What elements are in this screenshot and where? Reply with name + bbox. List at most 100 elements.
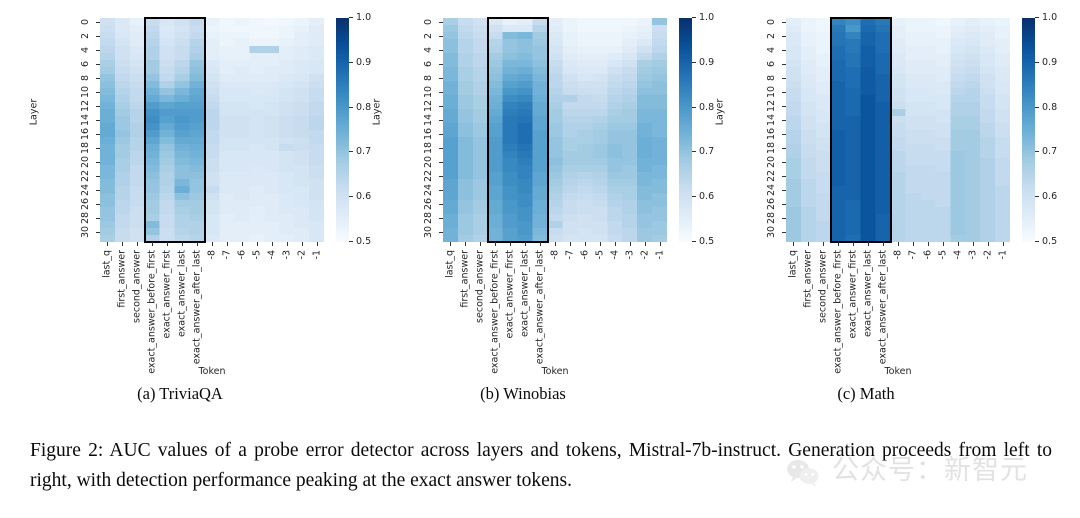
y-tick-mark <box>439 63 443 65</box>
y-tick-label: 4 <box>422 46 434 53</box>
y-axis-ticks: 0 2 4 6 8 10 12 14 16 18 20 22 24 26 28 30 <box>78 18 94 242</box>
subplot-caption-c: (c) Math <box>837 384 895 403</box>
x-tick-mark <box>107 242 109 246</box>
x-tick-label: exact_answer_after_last <box>191 250 203 365</box>
x-tick-mark <box>510 242 512 246</box>
y-axis-label: Layer <box>28 98 40 126</box>
x-tick-mark <box>898 242 899 246</box>
x-tick-label: -7 <box>564 250 576 260</box>
x-tick-label: -3 <box>281 250 293 260</box>
y-tick-label: 8 <box>765 74 777 81</box>
x-tick-label: -6 <box>922 250 934 260</box>
colorbar-gradient <box>1022 18 1035 242</box>
x-tick-label: -2 <box>982 250 994 260</box>
y-tick-mark <box>96 203 100 205</box>
x-tick-mark <box>569 242 571 246</box>
x-tick-mark <box>599 242 601 246</box>
x-tick-label: last_q <box>444 250 456 278</box>
y-tick-mark <box>439 77 443 79</box>
y-tick-mark <box>96 63 100 65</box>
heatmap-math <box>786 17 1010 243</box>
y-axis-label: Layer <box>714 98 726 126</box>
y-tick-label: 26 <box>423 197 434 210</box>
y-tick-label: 18 <box>766 141 777 154</box>
x-tick-mark <box>241 242 243 246</box>
y-tick-mark <box>782 77 786 79</box>
x-tick-mark <box>182 242 184 246</box>
y-tick-label: 8 <box>422 74 434 81</box>
x-tick-mark <box>927 242 929 246</box>
y-tick-label: 22 <box>423 169 434 182</box>
x-tick-label: -8 <box>549 250 561 260</box>
y-axis-ticks: 0 2 4 6 8 10 12 14 16 18 20 22 24 26 28 30 <box>764 18 780 242</box>
x-tick-label: -4 <box>952 250 964 260</box>
x-tick-mark <box>584 242 586 246</box>
x-tick-mark <box>316 242 318 246</box>
y-tick-label: 4 <box>79 46 91 53</box>
x-tick-mark <box>480 242 482 246</box>
x-tick-mark <box>152 242 154 246</box>
y-tick-mark <box>96 77 100 79</box>
y-tick-label: 6 <box>422 60 434 67</box>
x-axis-label: Token <box>541 366 569 377</box>
y-tick-mark <box>96 21 100 23</box>
y-tick-mark <box>439 217 443 219</box>
heatmap-trivia-qa <box>100 17 324 243</box>
y-tick-label: 14 <box>80 113 91 126</box>
y-tick-mark <box>439 231 443 233</box>
x-tick-mark <box>525 242 527 246</box>
figure-caption: Figure 2: AUC values of a probe error de… <box>30 440 1052 491</box>
x-tick-mark <box>957 242 959 246</box>
y-tick-mark <box>782 21 786 23</box>
x-tick-label: -3 <box>967 250 979 260</box>
y-tick-label: 24 <box>80 183 91 196</box>
x-tick-label: second_answer <box>817 250 829 323</box>
y-tick-label: 10 <box>80 85 91 98</box>
y-tick-mark <box>439 161 443 163</box>
x-tick-mark <box>912 242 914 246</box>
x-axis-ticks: last_q first_answer second_answer exact_ans… <box>443 246 667 374</box>
y-tick-label: 18 <box>423 141 434 154</box>
x-tick-mark <box>465 242 467 246</box>
y-tick-label: 22 <box>766 169 777 182</box>
y-tick-mark <box>96 119 100 121</box>
y-tick-mark <box>782 119 786 121</box>
y-tick-mark <box>782 91 786 93</box>
y-tick-mark <box>439 91 443 93</box>
y-tick-label: 20 <box>766 155 777 168</box>
y-tick-label: 24 <box>423 183 434 196</box>
x-tick-label: -5 <box>251 250 263 260</box>
y-tick-label: 4 <box>765 46 777 53</box>
x-tick-mark <box>793 242 795 246</box>
x-tick-mark <box>629 242 631 246</box>
y-tick-label: 26 <box>80 197 91 210</box>
y-tick-label: 30 <box>423 225 434 238</box>
y-tick-label: 28 <box>80 211 91 224</box>
y-tick-mark <box>439 203 443 205</box>
x-tick-mark <box>1002 242 1004 246</box>
x-tick-mark <box>167 242 169 246</box>
x-tick-mark <box>644 242 646 246</box>
y-tick-mark <box>782 189 786 191</box>
x-tick-label: -8 <box>206 250 218 260</box>
y-tick-mark <box>782 203 786 205</box>
colorbar-tick-label: 0.8 <box>1035 102 1057 114</box>
y-tick-label: 2 <box>422 32 434 39</box>
x-tick-label: exact_answer_after_last <box>534 250 546 365</box>
x-tick-label: exact_answer_last <box>176 250 188 338</box>
x-tick-mark <box>450 242 452 246</box>
x-axis-ticks: last_q first_answer second_answer exact_ans… <box>100 246 324 374</box>
colorbar-tick-mark <box>1035 106 1039 108</box>
x-tick-label: -6 <box>579 250 591 260</box>
colorbar-math: 1.0 0.9 0.8 0.7 0.6 0.5 <box>1022 12 1057 247</box>
x-tick-label: last_q <box>101 250 113 278</box>
subplot-math: Layer 0 2 4 6 8 10 12 14 16 18 20 22 24 26 28 30 last_q… <box>686 0 1058 420</box>
y-tick-label: 30 <box>80 225 91 238</box>
y-tick-mark <box>439 175 443 177</box>
x-tick-mark <box>972 242 974 246</box>
y-tick-label: 12 <box>423 99 434 112</box>
y-tick-mark <box>96 217 100 219</box>
y-tick-mark <box>96 91 100 93</box>
heatmap-canvas <box>786 18 1010 242</box>
y-tick-mark <box>439 147 443 149</box>
